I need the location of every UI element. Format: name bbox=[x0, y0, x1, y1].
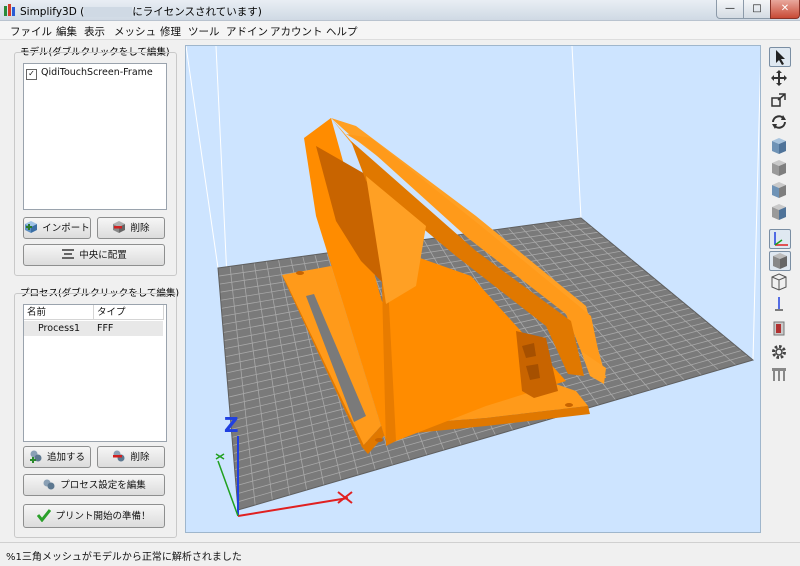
maximize-button[interactable]: □ bbox=[743, 0, 771, 19]
menu-file[interactable]: ファイル bbox=[10, 24, 52, 39]
minimize-button[interactable]: — bbox=[716, 0, 744, 19]
prepare-to-print-button[interactable]: プリント開始の準備！ bbox=[23, 504, 165, 528]
move-icon bbox=[771, 70, 787, 86]
solid-cube-icon bbox=[773, 253, 787, 269]
add-process-icon bbox=[29, 450, 42, 463]
view-front-cube-icon bbox=[772, 138, 786, 154]
menu-tools[interactable]: ツール bbox=[188, 24, 220, 39]
delete-model-button[interactable]: 削除 bbox=[97, 217, 165, 239]
processes-table[interactable]: 名前 タイプ Process1 FFF bbox=[23, 304, 167, 442]
supports-icon bbox=[772, 368, 786, 381]
status-bar: %1三角メッシュがモデルから正常に解析されました bbox=[0, 542, 800, 566]
green-checkmark-icon bbox=[37, 509, 52, 522]
view-back-cube-icon bbox=[772, 160, 786, 176]
window-title: Simplify3D (にライセンスされています) bbox=[20, 6, 262, 18]
build-scene: Z bbox=[186, 46, 760, 517]
menu-edit[interactable]: 編集 bbox=[56, 24, 77, 39]
supports-button[interactable] bbox=[769, 365, 791, 385]
redacted-license-name bbox=[84, 7, 133, 17]
process-type-cell: FFF bbox=[97, 323, 114, 334]
axes-icon bbox=[774, 232, 788, 246]
menu-repair[interactable]: 修理 bbox=[160, 24, 181, 39]
solid-view-button[interactable] bbox=[769, 251, 791, 271]
z-axis-label: Z bbox=[224, 413, 239, 437]
column-header-name[interactable]: 名前 bbox=[24, 305, 94, 320]
cross-section-icon bbox=[773, 321, 785, 336]
import-cube-icon bbox=[25, 221, 38, 233]
process-name-cell: Process1 bbox=[38, 323, 81, 334]
delete-process-button[interactable]: 削除 bbox=[97, 446, 165, 468]
table-row[interactable]: Process1 FFF bbox=[24, 321, 163, 336]
status-message: %1三角メッシュがモデルから正常に解析されました bbox=[6, 552, 242, 563]
app-icon bbox=[4, 4, 15, 16]
menu-addins[interactable]: アドイン bbox=[226, 24, 268, 39]
title-bar: Simplify3D (にライセンスされています) — □ ✕ bbox=[0, 0, 800, 21]
scale-icon bbox=[771, 93, 786, 107]
settings-gear-icon bbox=[772, 345, 786, 359]
axis-arrow-icon bbox=[775, 297, 783, 311]
rotate-icon bbox=[772, 115, 786, 129]
rotate-tool-button[interactable] bbox=[769, 113, 791, 133]
toggle-axes-button[interactable] bbox=[769, 229, 791, 249]
view-left-cube-icon bbox=[772, 182, 786, 198]
model-name: QidiTouchScreen-Frame bbox=[41, 67, 153, 78]
move-tool-button[interactable] bbox=[769, 69, 791, 89]
model-list-item[interactable]: ✓ QidiTouchScreen-Frame bbox=[26, 66, 153, 80]
select-icon bbox=[776, 50, 785, 65]
3d-viewport[interactable]: Z bbox=[185, 45, 761, 533]
menu-account[interactable]: アカウント bbox=[270, 24, 323, 39]
wireframe-cube-icon bbox=[771, 273, 787, 291]
center-arrange-icon bbox=[62, 249, 75, 259]
center-and-arrange-button[interactable]: 中央に配置 bbox=[23, 244, 165, 266]
delete-cube-icon bbox=[113, 221, 126, 233]
menu-view[interactable]: 表示 bbox=[84, 24, 105, 39]
menu-bar: ファイル 編集 表示 メッシュ 修理 ツール アドイン アカウント ヘルプ bbox=[0, 21, 800, 40]
column-header-type[interactable]: タイプ bbox=[94, 305, 164, 320]
right-view-button[interactable] bbox=[769, 203, 791, 223]
add-process-button[interactable]: 追加する bbox=[23, 446, 91, 468]
edit-process-settings-button[interactable]: プロセス設定を編集 bbox=[23, 474, 165, 496]
menu-mesh[interactable]: メッシュ bbox=[114, 24, 156, 39]
scale-tool-button[interactable] bbox=[769, 91, 791, 111]
model-visible-checkbox[interactable]: ✓ bbox=[26, 69, 37, 80]
wireframe-view-button[interactable] bbox=[769, 273, 791, 293]
models-list[interactable]: ✓ QidiTouchScreen-Frame bbox=[23, 63, 167, 210]
cross-section-button[interactable] bbox=[769, 319, 791, 339]
view-toolbar bbox=[765, 45, 797, 535]
view-right-cube-icon bbox=[772, 204, 786, 220]
delete-process-icon bbox=[113, 450, 125, 462]
process-settings-icon bbox=[43, 479, 55, 490]
front-view-button[interactable] bbox=[769, 137, 791, 157]
menu-help[interactable]: ヘルプ bbox=[326, 24, 358, 39]
back-view-button[interactable] bbox=[769, 159, 791, 179]
import-button[interactable]: インポート bbox=[23, 217, 91, 239]
select-tool-button[interactable] bbox=[769, 47, 791, 67]
left-view-button[interactable] bbox=[769, 181, 791, 201]
close-button[interactable]: ✕ bbox=[770, 0, 800, 19]
settings-button[interactable] bbox=[769, 343, 791, 363]
vertical-axis-button[interactable] bbox=[769, 295, 791, 315]
